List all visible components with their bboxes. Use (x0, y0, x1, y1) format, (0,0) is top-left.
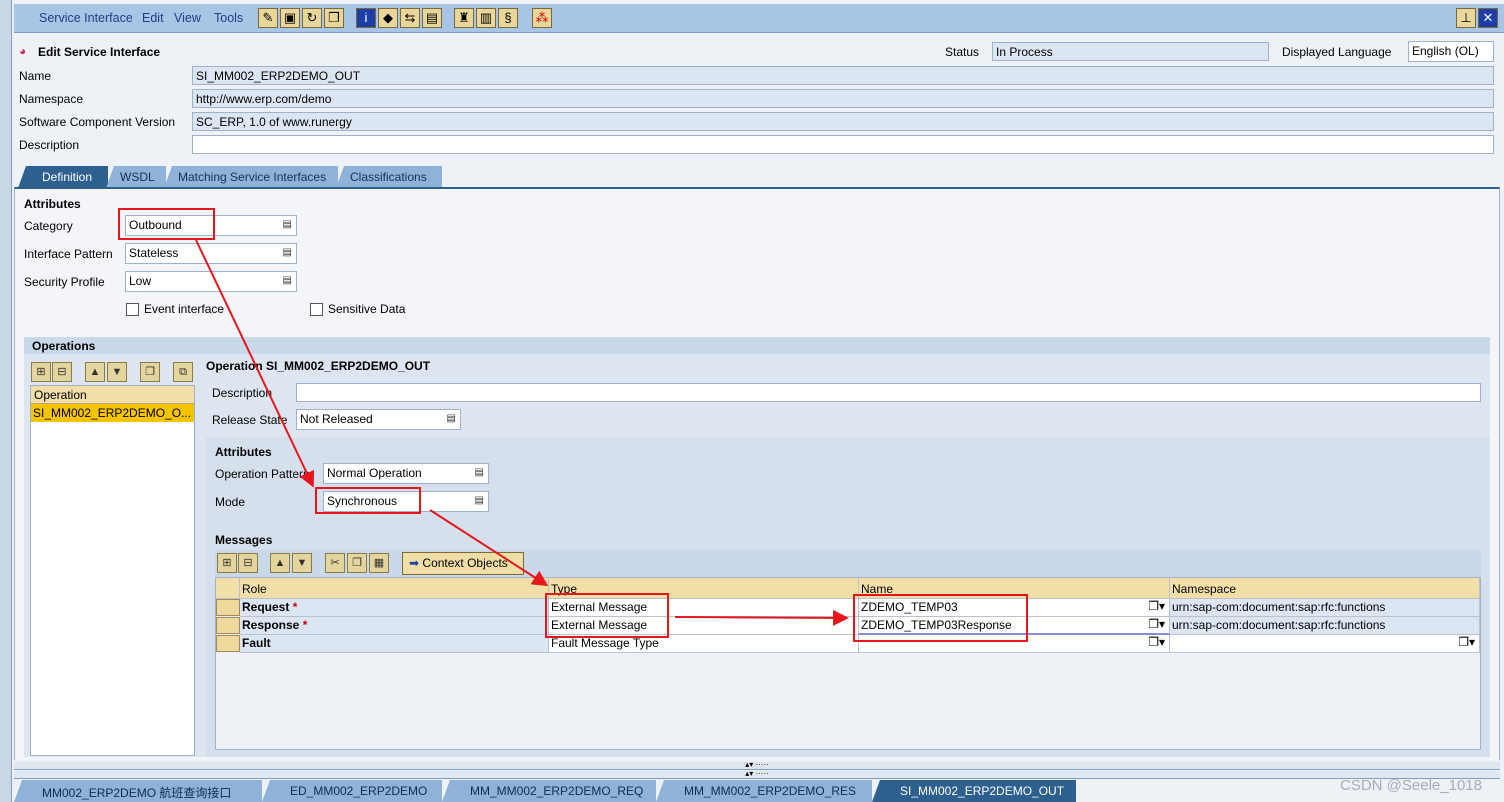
annotation-arrows (195, 239, 849, 626)
